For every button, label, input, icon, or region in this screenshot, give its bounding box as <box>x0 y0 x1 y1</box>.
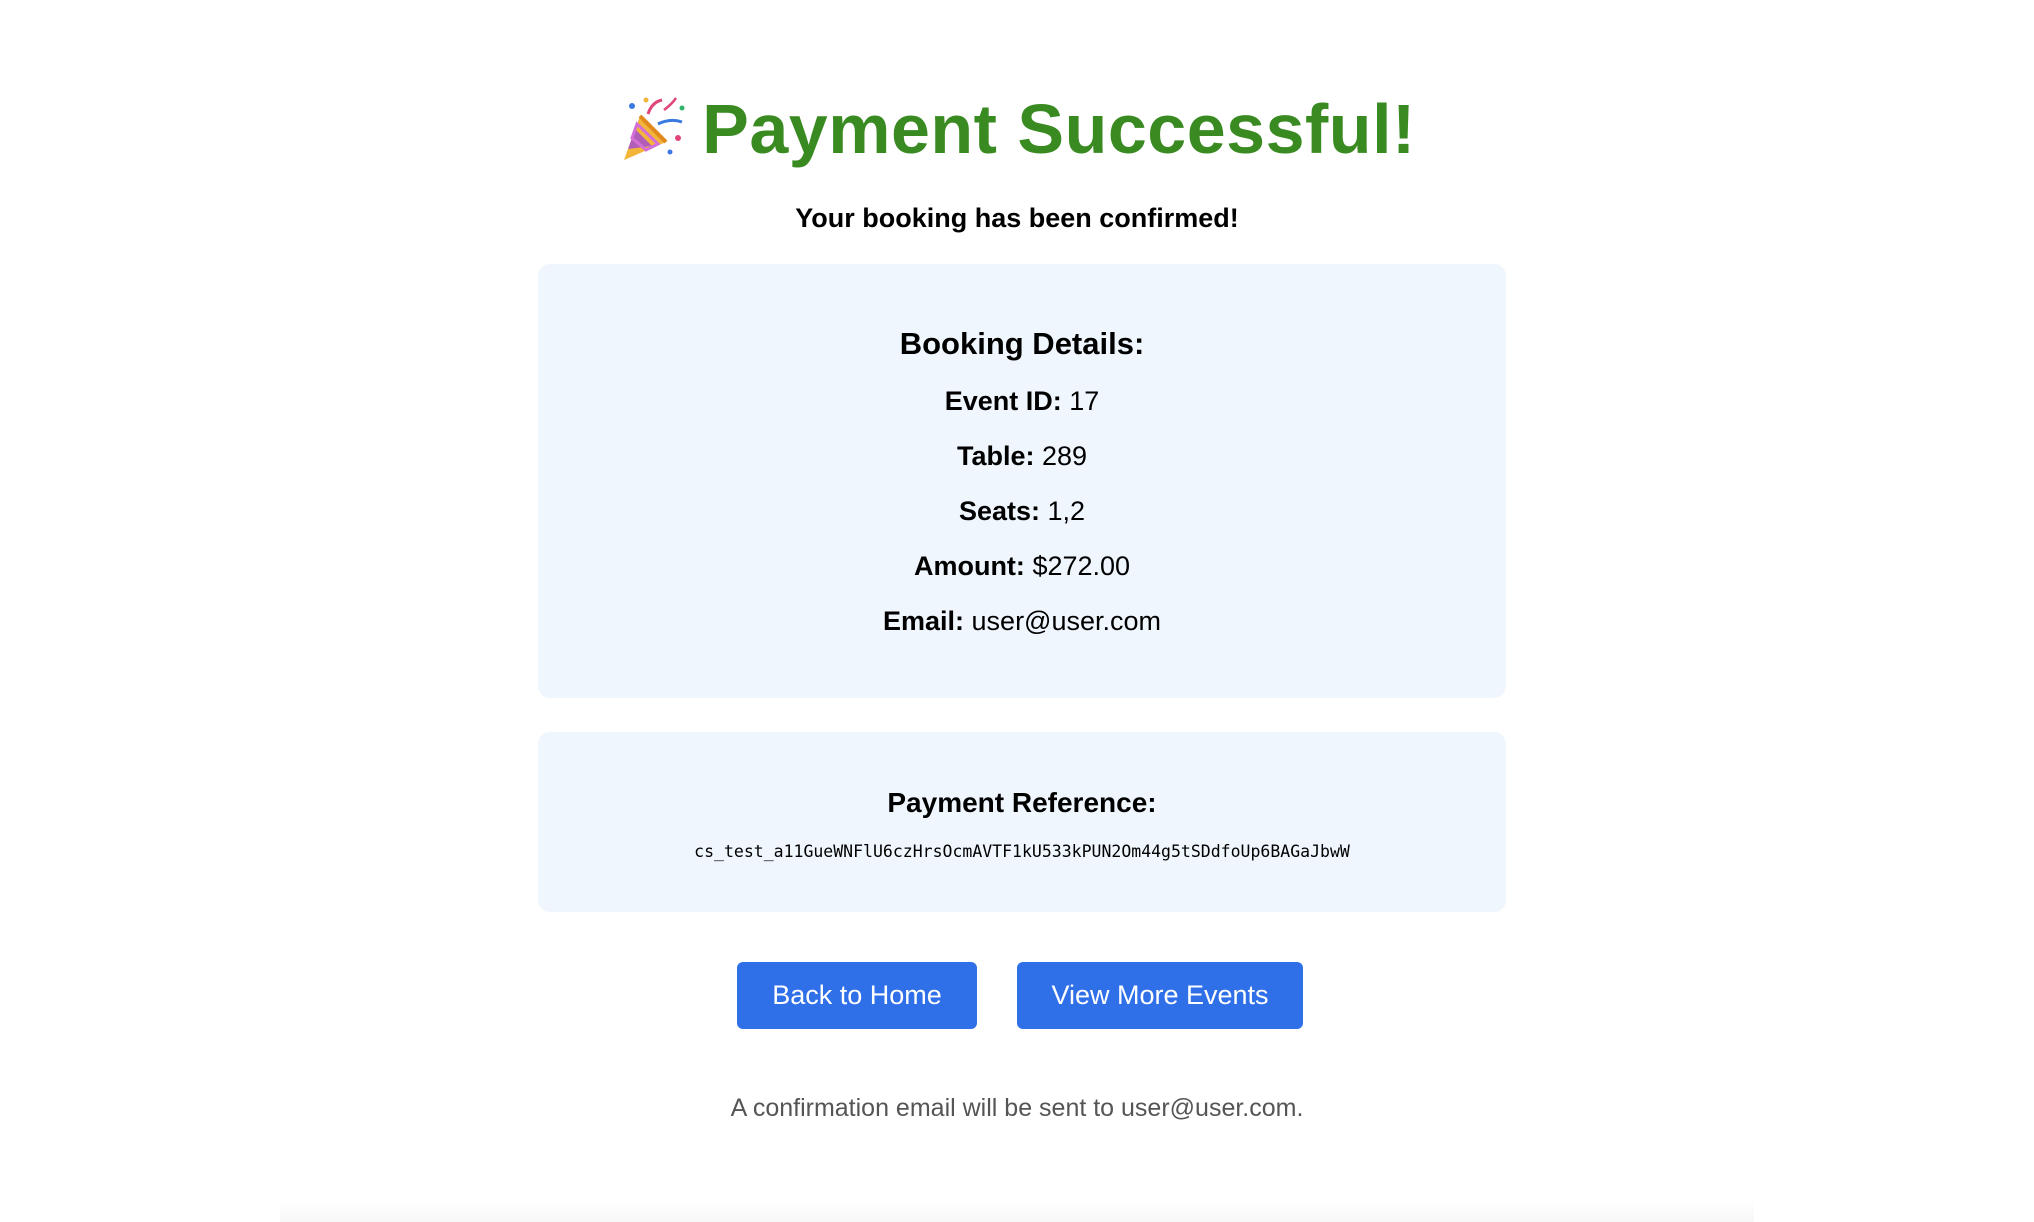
detail-label: Event ID: <box>944 386 1062 416</box>
view-more-events-button[interactable]: View More Events <box>1017 962 1303 1029</box>
footer-shadow <box>280 1200 1754 1222</box>
detail-value: $272.00 <box>1032 551 1131 581</box>
detail-label: Table: <box>956 441 1035 471</box>
detail-label: Email: <box>882 606 965 636</box>
payment-success-page: Payment Successful! Your booking has bee… <box>0 0 2034 1222</box>
payment-reference-code: cs_test_a11GueWNFlU6czHrsOcmAVTF1kU533kP… <box>694 842 1350 861</box>
detail-event-id: Event ID: 17 <box>538 383 1506 419</box>
confirmation-email-note: A confirmation email will be sent to use… <box>730 1094 1304 1122</box>
confirmation-subtitle: Your booking has been confirmed! <box>795 203 1239 233</box>
detail-value: 17 <box>1069 386 1100 416</box>
detail-email: Email: user@user.com <box>538 603 1506 639</box>
detail-label: Amount: <box>913 551 1025 581</box>
payment-reference-heading: Payment Reference: <box>887 787 1157 818</box>
detail-label: Seats: <box>958 496 1040 526</box>
page-title: Payment Successful! <box>702 90 1416 168</box>
detail-amount: Amount: $272.00 <box>538 548 1506 584</box>
booking-details-heading: Booking Details: <box>899 326 1145 361</box>
payment-reference-card: Payment Reference: cs_test_a11GueWNFlU6c… <box>538 732 1506 912</box>
detail-value: 1,2 <box>1047 496 1086 526</box>
detail-table: Table: 289 <box>538 438 1506 474</box>
detail-value: 289 <box>1041 441 1088 471</box>
party-popper-icon <box>618 94 688 164</box>
back-to-home-button[interactable]: Back to Home <box>737 962 977 1029</box>
booking-details-card: Booking Details: Event ID: 17 Table: 289… <box>538 264 1506 698</box>
detail-seats: Seats: 1,2 <box>538 493 1506 529</box>
title-row: Payment Successful! <box>0 84 2034 174</box>
detail-value: user@user.com <box>971 606 1162 636</box>
